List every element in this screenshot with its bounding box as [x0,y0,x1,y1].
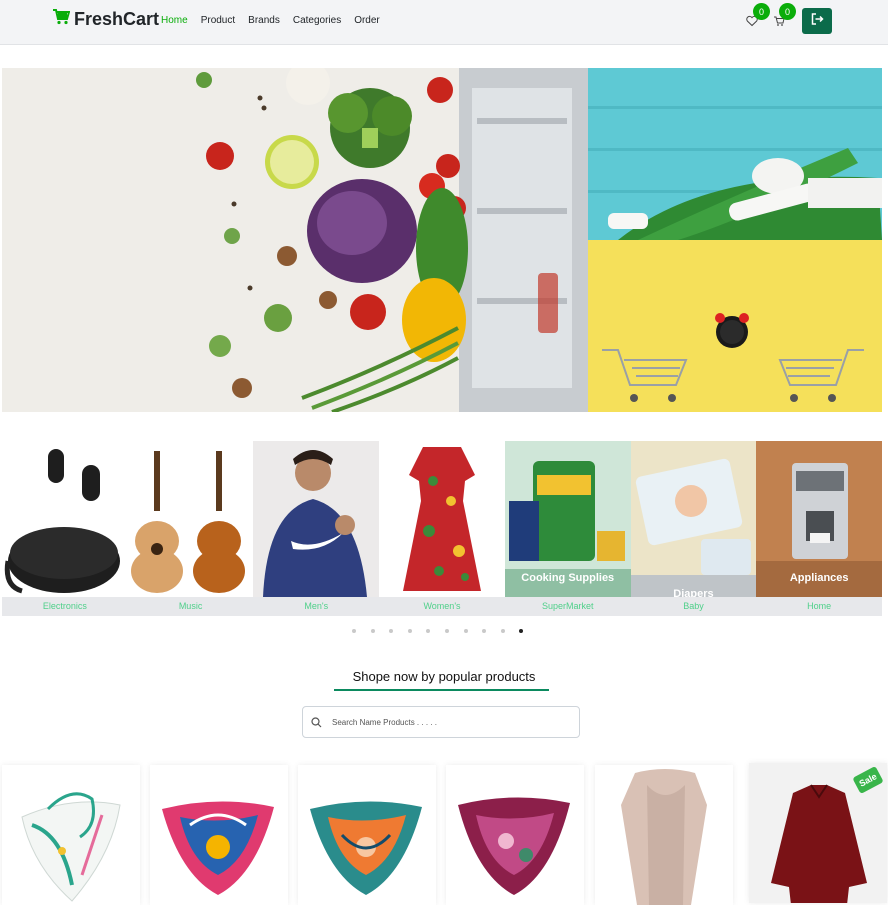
vegetables-image [2,68,588,412]
category-label: Electronics [2,597,128,616]
category-label: Music [127,597,254,616]
nav-link-home[interactable]: Home [161,15,188,26]
guitars-image [127,441,254,597]
man-hoodie-image [253,441,380,597]
product-image [458,797,570,895]
nav-link-brands[interactable]: Brands [248,15,280,26]
category-card-supermarket[interactable]: Cooking Supplies SuperMarket [504,441,631,616]
logout-button[interactable] [802,8,832,34]
hero-side-slide-black-friday [588,240,882,412]
carousel-dot[interactable] [389,629,394,633]
search-input[interactable] [330,716,574,728]
coffee-machine-image: Appliances [756,441,883,597]
category-label: Men's [253,597,380,616]
nav-link-categories[interactable]: Categories [293,15,341,26]
product-image [310,801,422,895]
category-slider: Electronics Music Men's Women's Cooking … [2,441,883,616]
carousel-dot[interactable] [463,629,468,633]
earbuds-image [2,441,128,597]
carousel-dot[interactable] [500,629,505,633]
category-card-electronics[interactable]: Electronics [2,441,128,616]
product-card[interactable] [150,765,288,905]
category-label: Baby [630,597,757,616]
logo[interactable]: FreshCart [52,9,159,30]
category-card-mens[interactable]: Men's [253,441,380,616]
product-card[interactable] [298,765,436,905]
category-card-baby[interactable]: Diapers Baby [630,441,757,616]
product-card[interactable]: Sale [749,763,887,903]
product-search-box [302,706,580,738]
cart-count-badge: 0 [779,3,796,20]
cosmetics-image [588,68,882,240]
navbar: FreshCart Home Product Brands Categories… [0,0,888,45]
category-card-music[interactable]: Music [127,441,254,616]
category-label: Home [756,597,883,616]
carousel-dot[interactable] [407,629,412,633]
logo-text: FreshCart [74,9,160,29]
carousel-dots [352,629,524,633]
logout-icon [810,12,824,31]
nav-link-product[interactable]: Product [201,15,235,26]
wishlist-count-badge: 0 [753,3,770,20]
carousel-dot[interactable] [444,629,449,633]
carousel-dot[interactable] [426,629,431,633]
product-card[interactable] [595,765,733,905]
category-card-womens[interactable]: Women's [379,441,505,616]
carousel-dot-active[interactable] [519,629,524,633]
carousel-dot[interactable] [352,629,356,633]
diapers-image: Diapers [630,441,757,597]
category-label: SuperMarket [504,597,631,616]
nav-links: Home Product Brands Categories Order [161,15,380,26]
product-card[interactable] [446,765,584,905]
category-overlay-title: Cooking Supplies [521,572,615,584]
cart-button[interactable]: 0 [773,3,796,28]
category-overlay-title: Diapers [673,588,714,597]
hero-side-slide-cosmetics [588,68,882,240]
product-card[interactable] [2,765,140,905]
wishlist-button[interactable]: 0 [746,3,770,28]
shopping-cart-image [588,240,882,412]
product-grid: Sale [0,763,888,905]
cart-logo-icon [52,9,71,30]
carousel-dot[interactable] [370,629,375,633]
red-dress-image [379,441,505,597]
category-overlay-title: Appliances [789,572,849,584]
section-title-underline [334,689,549,691]
section-title: Shope now by popular products [352,669,536,684]
cooking-supplies-image: Cooking Supplies [504,441,631,597]
carousel-dot[interactable] [482,629,487,633]
nav-link-order[interactable]: Order [354,15,380,26]
hero-main-slide [2,68,588,412]
category-card-home[interactable]: Appliances Home [756,441,883,616]
search-icon [311,716,322,728]
product-image [162,801,274,895]
product-image [21,792,121,902]
category-label: Women's [379,597,505,616]
product-image [621,769,707,905]
